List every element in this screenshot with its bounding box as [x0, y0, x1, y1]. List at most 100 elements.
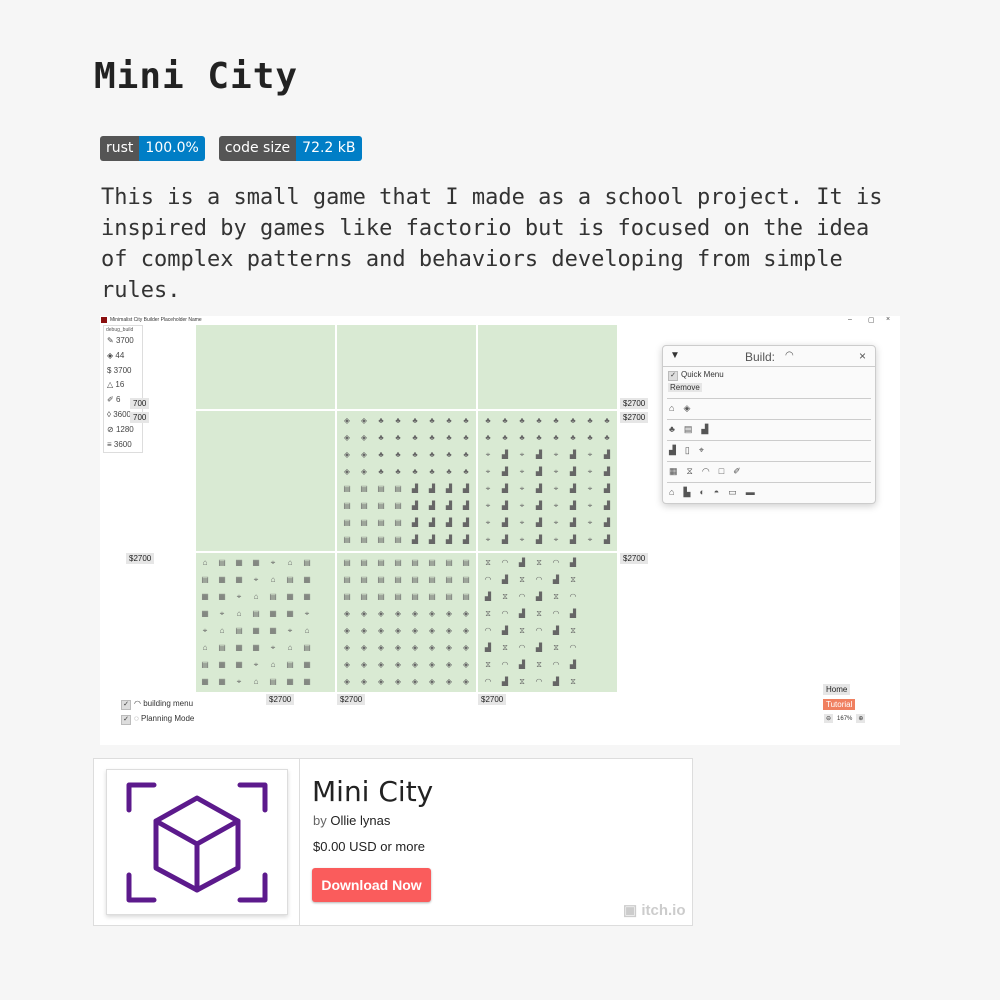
factory-icon[interactable]: ▟ [701, 424, 708, 435]
hourglass-icon: ⧖ [553, 592, 559, 601]
price-tag: 700 [130, 398, 150, 409]
page-title: Mini City [94, 56, 299, 97]
tree-icon: ♣ [463, 467, 469, 476]
maximize-icon[interactable]: ▢ [868, 316, 875, 324]
store-icon: ▤ [343, 558, 351, 567]
shield-icon: ◈ [343, 450, 351, 459]
no-pen-icon: ⊘ [107, 424, 116, 434]
tree-icon: ♣ [604, 433, 610, 442]
city-tile[interactable] [337, 553, 476, 692]
bank-icon[interactable]: ⌂ [669, 487, 674, 498]
download-button[interactable]: Download Now [312, 868, 431, 902]
tree-icon: ♣ [429, 433, 435, 442]
resource-value: 44 [115, 350, 125, 360]
building-icon: ▦ [269, 609, 277, 618]
shield-icon: ◈ [445, 609, 453, 618]
school-icon[interactable]: ▙ [683, 487, 690, 498]
factory-icon: ▟ [462, 535, 470, 544]
bottle-icon[interactable]: ◐ [699, 487, 704, 498]
resource-row: ✎ 3700 [104, 334, 142, 349]
factory-icon: ▟ [484, 643, 492, 652]
shield-icon[interactable]: ◈ [683, 403, 690, 414]
tree-icon: ♣ [446, 416, 452, 425]
shield-icon: ◈ [411, 643, 419, 652]
leaf-icon[interactable]: ✐ [733, 466, 741, 477]
tree-icon: ♣ [429, 416, 435, 425]
store-icon: ▤ [445, 592, 453, 601]
debug-label: debug_build [106, 327, 134, 333]
shield-icon: ◈ [411, 626, 419, 635]
shield-icon: ◈ [360, 433, 368, 442]
gauge-icon: ◠ [552, 558, 560, 567]
store-icon[interactable]: ▤ [684, 424, 693, 435]
factory-icon[interactable]: ▟ [669, 445, 676, 456]
building-menu-toggle[interactable]: ✓ ◠ building menu [121, 699, 193, 710]
building-icon[interactable]: ▦ [669, 466, 678, 477]
quick-menu-toggle[interactable]: ✓ Quick Menu [668, 370, 724, 381]
zoom-in-icon[interactable]: ⊕ [856, 714, 866, 723]
shield-icon: ◈ [343, 626, 351, 635]
crosshair-icon: ⌖ [485, 450, 491, 459]
close-icon[interactable]: × [886, 316, 890, 323]
shield-icon: ◈ [360, 416, 368, 425]
game-title[interactable]: Mini City [312, 775, 433, 808]
price: $0.00 USD [313, 839, 377, 854]
itch-brand[interactable]: ▣ itch.io [623, 901, 686, 919]
house-icon[interactable]: ⌂ [669, 403, 674, 414]
store-icon: ▤ [343, 518, 351, 527]
city-tile[interactable] [478, 411, 617, 551]
gauge-icon: ◠ [134, 699, 144, 708]
city-tile[interactable] [478, 325, 617, 409]
remove-button[interactable]: Remove [668, 383, 702, 392]
author-link[interactable]: Ollie lynas [330, 813, 390, 828]
resource-row: ≡ 3600 [104, 438, 142, 453]
store-icon: ▤ [394, 518, 402, 527]
factory-icon: ▟ [501, 626, 509, 635]
battery-icon[interactable]: ▯ [685, 445, 690, 456]
tree-icon[interactable]: ♣ [669, 424, 675, 435]
gauge-icon: ◠ [535, 677, 543, 686]
shield-icon: ◈ [360, 626, 368, 635]
factory-icon: ▟ [462, 484, 470, 493]
tutorial-button[interactable]: Tutorial [823, 699, 856, 710]
square-icon[interactable]: □ [719, 466, 724, 477]
city-tile[interactable] [337, 411, 476, 551]
crosshair-icon: ⌖ [236, 677, 242, 686]
city-tile[interactable] [196, 553, 335, 692]
planning-mode-toggle[interactable]: ✓ ◌ Planning Mode [121, 714, 194, 725]
shield-icon: ◈ [360, 677, 368, 686]
city-tile[interactable] [478, 553, 617, 692]
game-thumbnail[interactable] [106, 769, 288, 915]
building-icon: ▦ [252, 643, 260, 652]
crosshair-icon[interactable]: ⌖ [699, 445, 704, 456]
bus-icon[interactable]: ▭ [728, 487, 737, 498]
factory-icon: ▟ [518, 660, 526, 669]
shield-icon: ◈ [445, 643, 453, 652]
shield-icon: ◈ [462, 626, 470, 635]
language-badge[interactable]: rust 100.0% [100, 136, 205, 161]
code-size-badge[interactable]: code size 72.2 kB [218, 136, 362, 161]
city-tile[interactable] [196, 411, 335, 551]
shield-icon: ◈ [377, 609, 385, 618]
gauge-icon[interactable]: ◠ [702, 466, 710, 477]
build-panel-header: ▼ Build: ◠ × [663, 346, 875, 367]
collapse-icon[interactable]: ▼ [670, 350, 680, 361]
city-tile[interactable] [337, 325, 476, 409]
hourglass-icon: ⧖ [485, 660, 491, 669]
home-button[interactable]: Home [823, 684, 851, 695]
factory-icon: ▟ [411, 484, 419, 493]
factory-icon: ▟ [428, 484, 436, 493]
tree-icon: ♣ [587, 416, 593, 425]
zoom-out-icon[interactable]: ⊖ [824, 714, 834, 723]
hourglass-icon[interactable]: ⧖ [687, 466, 693, 477]
resource-row: ⊘ 1280 [104, 423, 142, 438]
city-grid[interactable]: ◈ ◈ ♣ ♣ ♣ ♣ ♣ ♣ ◈ ◈ ♣ ♣ ♣ ♣ ♣ ♣ ◈ ◈ ♣ ♣ ♣ ♣ ♣ ♣ ◈ ◈ ♣ ♣ ♣ ♣ ♣ ♣ ▤ ▤ ▤ ▤ ▟ ▟ ▟ ▟… [196, 325, 617, 692]
train-icon[interactable]: ▬ [746, 487, 755, 498]
city-tile[interactable] [196, 325, 335, 409]
building-icon: ▦ [235, 558, 243, 567]
store-icon: ▤ [462, 592, 470, 601]
car-icon[interactable]: ◓ [714, 487, 719, 498]
close-icon[interactable]: × [859, 349, 866, 363]
minimize-icon[interactable]: – [848, 316, 852, 323]
resource-value: 3600 [113, 439, 132, 449]
